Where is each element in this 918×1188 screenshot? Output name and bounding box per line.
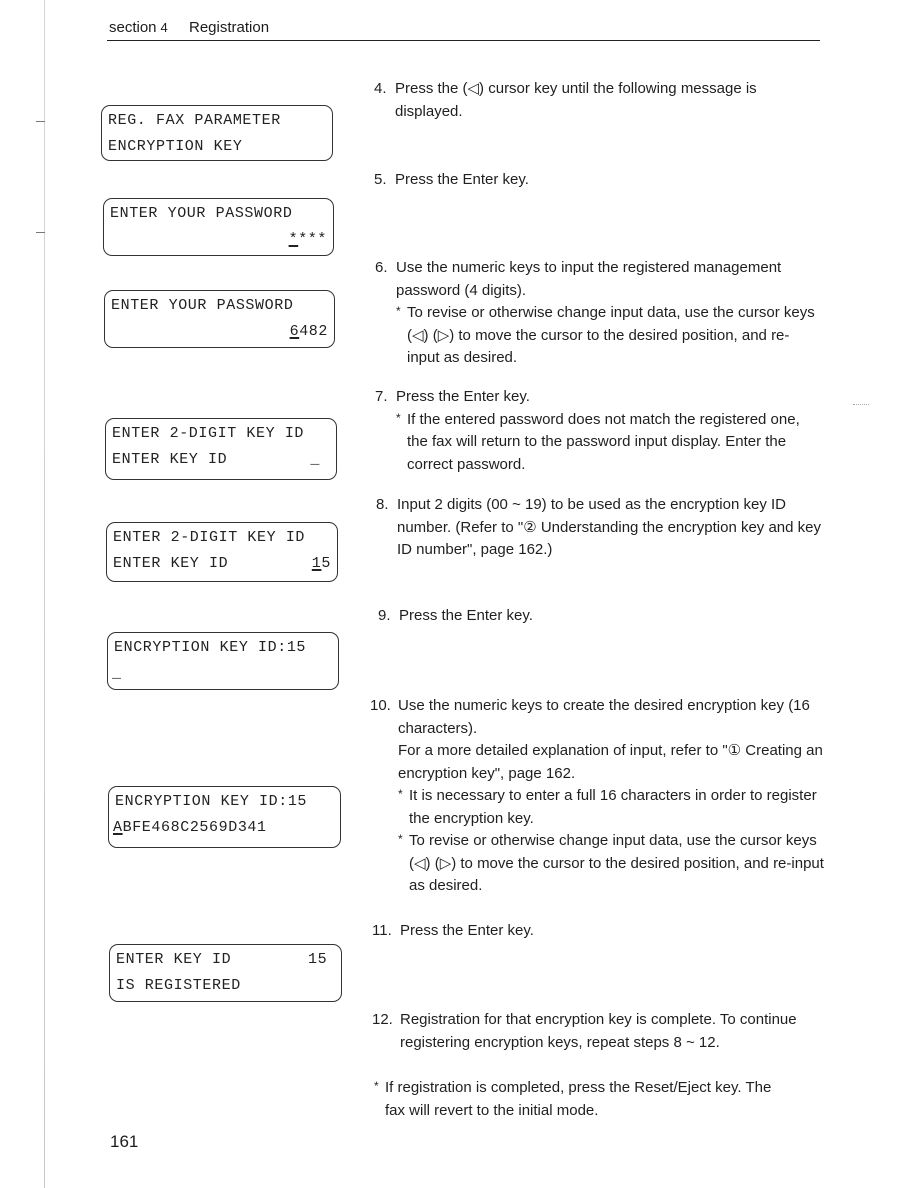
lcd-line-2: ABFE468C2569D341: [113, 819, 267, 836]
lcd-display-key-id-prompt: ENTER 2-DIGIT KEY ID ENTER KEY ID _: [105, 418, 337, 480]
lcd-display-password-prompt: ENTER YOUR PASSWORD ****: [103, 198, 334, 256]
step-11: 11. Press the Enter key.: [372, 922, 534, 939]
lcd-line-1: ENTER KEY ID 15: [116, 951, 328, 968]
lcd-display-key-id-entered: ENTER 2-DIGIT KEY ID ENTER KEY ID 15: [106, 522, 338, 582]
final-note: * If registration is completed, press the…: [374, 1077, 794, 1122]
lcd-display-reg-fax-parameter: REG. FAX PARAMETER ENCRYPTION KEY: [101, 105, 333, 161]
step-6: 6. Use the numeric keys to input the reg…: [375, 257, 820, 370]
lcd-cursor: *: [288, 231, 299, 248]
section-title: Registration: [189, 19, 270, 36]
step-9: 9. Press the Enter key.: [378, 607, 533, 624]
lcd-line-1: ENCRYPTION KEY ID:15: [115, 793, 308, 810]
lcd-cursor: A: [113, 819, 123, 836]
lcd-display-encryption-key-entered: ENCRYPTION KEY ID:15 ABFE468C2569D341: [108, 786, 341, 848]
lcd-line-2: ****: [288, 231, 327, 248]
lcd-line-1: ENTER 2-DIGIT KEY ID: [112, 425, 305, 442]
lcd-display-encryption-key-prompt: ENCRYPTION KEY ID:15 _: [107, 632, 339, 690]
lcd-line-2: ENTER KEY ID 15: [113, 555, 331, 572]
step-note: * If registration is completed, press the…: [374, 1079, 772, 1119]
margin-dots: [853, 404, 869, 406]
binding-edge: [44, 0, 45, 1188]
step-8: 8. Input 2 digits (00 ~ 19) to be used a…: [376, 496, 821, 558]
page-header: section 4 Registration: [107, 18, 820, 41]
step-12: 12. Registration for that encryption key…: [372, 1011, 797, 1051]
lcd-line-2: _: [112, 665, 332, 685]
step-note: * It is necessary to enter a full 16 char…: [398, 787, 817, 827]
step-10: 10. Use the numeric keys to create the d…: [370, 695, 825, 898]
page-number: 161: [110, 1132, 139, 1151]
section-label: section 4: [109, 19, 168, 36]
lcd-line-1: ENTER 2-DIGIT KEY ID: [113, 529, 306, 546]
step-4: 4. Press the (◁) cursor key until the fo…: [374, 80, 757, 120]
lcd-cursor: 6: [289, 323, 300, 340]
step-5: 5. Press the Enter key.: [374, 171, 529, 188]
lcd-cursor: 1: [311, 555, 322, 572]
step-note: * To revise or otherwise change input dat…: [396, 304, 815, 366]
lcd-line-1: REG. FAX PARAMETER: [108, 112, 281, 129]
binding-mark: [36, 121, 45, 122]
step-note: * To revise or otherwise change input dat…: [398, 832, 824, 894]
step-7: 7. Press the Enter key. * If the entered …: [375, 386, 815, 476]
lcd-cursor: _: [310, 451, 320, 468]
lcd-line-2: IS REGISTERED: [116, 977, 241, 994]
lcd-line-1: ENTER YOUR PASSWORD: [110, 205, 293, 222]
lcd-display-key-registered: ENTER KEY ID 15 IS REGISTERED: [109, 944, 342, 1002]
lcd-line-2: ENTER KEY ID _: [112, 451, 320, 468]
lcd-cursor: _: [112, 665, 122, 682]
lcd-line-1: ENCRYPTION KEY ID:15: [114, 639, 307, 656]
binding-mark: [36, 232, 45, 233]
lcd-line-2: 6482: [289, 323, 328, 340]
lcd-line-2: ENCRYPTION KEY: [108, 138, 243, 155]
lcd-display-password-entered: ENTER YOUR PASSWORD 6482: [104, 290, 335, 348]
step-note: * If the entered password does not match …: [396, 410, 800, 473]
lcd-line-1: ENTER YOUR PASSWORD: [111, 297, 294, 314]
